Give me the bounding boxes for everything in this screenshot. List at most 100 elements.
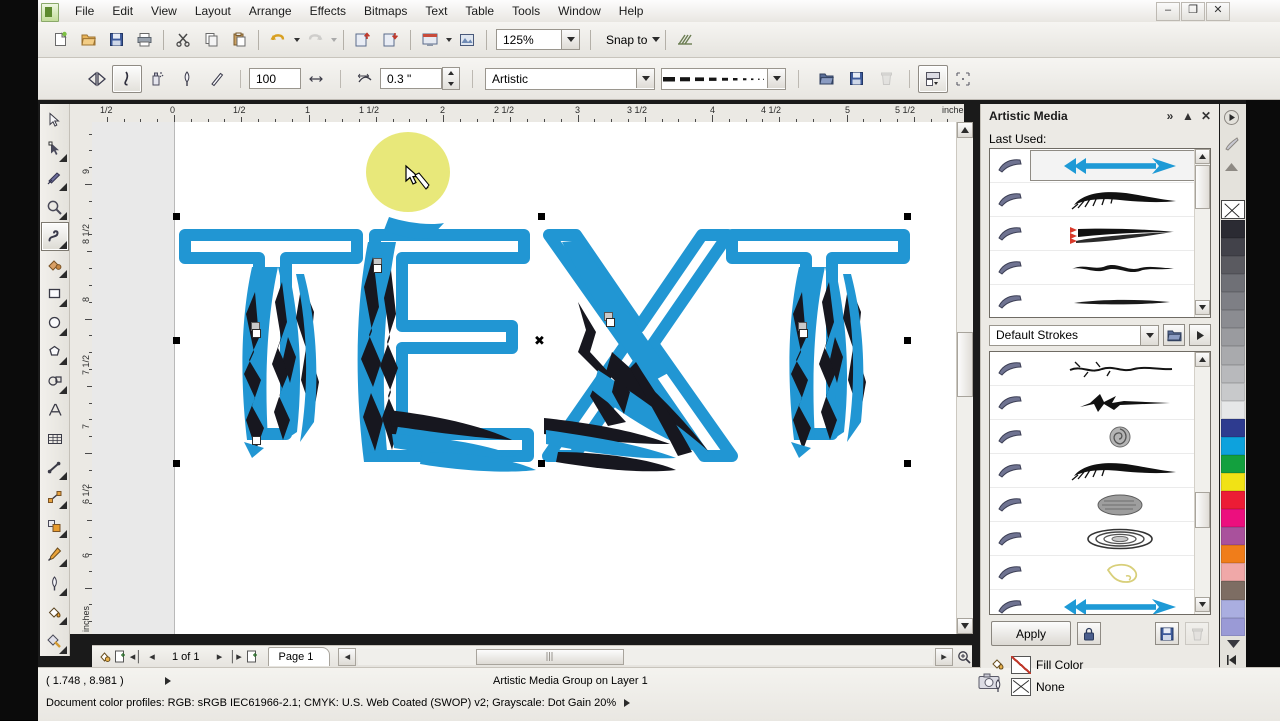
flyout-arrow-icon[interactable] (59, 617, 67, 625)
apply-button[interactable]: Apply (991, 621, 1071, 646)
undo-history-caret[interactable] (292, 29, 301, 51)
stroke-list-item[interactable] (990, 352, 1210, 386)
canvas-horizontal-scrollbar[interactable] (358, 649, 933, 665)
stroke-list-item[interactable] (990, 251, 1210, 285)
freehand-smoothing-input[interactable]: 100 (249, 68, 301, 89)
table-tool[interactable] (41, 424, 69, 453)
selection-handle[interactable] (173, 213, 180, 220)
copy-icon[interactable] (197, 26, 225, 54)
undo-arrow-icon[interactable] (264, 26, 292, 54)
selection-handle[interactable] (904, 460, 911, 467)
stroke-list-item[interactable] (990, 183, 1210, 217)
minimize-button[interactable]: – (1156, 2, 1180, 21)
printer-icon[interactable] (130, 26, 158, 54)
flyout-arrow-icon[interactable] (59, 270, 67, 278)
last-used-stroke-list[interactable] (989, 148, 1211, 318)
menu-item-help[interactable]: Help (610, 1, 653, 21)
restore-button[interactable]: ❐ (1181, 2, 1205, 21)
stroke-list-item[interactable] (990, 454, 1210, 488)
stroke-width-input[interactable]: 0.3 " (380, 68, 442, 89)
stroke-category-combo[interactable]: Default Strokes (989, 325, 1159, 346)
status-expand-arrow-icon[interactable] (165, 677, 171, 685)
padlock-icon[interactable] (1077, 622, 1101, 645)
crop-tool[interactable] (41, 164, 69, 193)
add-page-before-button[interactable] (112, 649, 128, 665)
browse-strokes-button[interactable] (1163, 324, 1185, 346)
import-icon[interactable] (349, 26, 377, 54)
stroke-node-handle[interactable] (252, 329, 261, 338)
browse-strokes-button[interactable] (811, 65, 841, 93)
menu-item-text[interactable]: Text (416, 1, 456, 21)
app-launcher-icon[interactable] (416, 26, 444, 54)
blend-tool[interactable] (41, 511, 69, 540)
ruler-origin-corner[interactable] (70, 104, 92, 122)
palette-swatch[interactable] (1221, 419, 1245, 437)
palette-swatch[interactable] (1221, 220, 1245, 238)
flyout-arrow-icon[interactable] (1189, 324, 1211, 346)
zoom-level-combo[interactable]: 125% (496, 29, 580, 50)
close-x-icon[interactable]: ✕ (1197, 107, 1215, 125)
vertical-ruler[interactable]: 9 8 1/2 8 7 1/2 7 6 1/2 6 inches (70, 122, 93, 634)
basic-shapes-tool[interactable] (41, 367, 69, 396)
stroke-list-item[interactable] (990, 488, 1210, 522)
flyout-arrow-icon[interactable] (59, 472, 67, 480)
palette-swatch[interactable] (1221, 328, 1245, 346)
fill-tool[interactable] (41, 598, 69, 627)
flyout-arrow-icon[interactable] (59, 588, 67, 596)
flyout-arrow-icon[interactable] (59, 386, 67, 394)
menu-item-tools[interactable]: Tools (503, 1, 549, 21)
canvas-vertical-scrollbar[interactable] (956, 122, 973, 634)
menu-item-edit[interactable]: Edit (103, 1, 142, 21)
no-outline-swatch[interactable] (1011, 678, 1031, 696)
palette-swatch[interactable] (1221, 545, 1245, 563)
list-scrollbar[interactable] (1194, 352, 1210, 614)
menu-item-window[interactable]: Window (549, 1, 610, 21)
calligraphic-pen-icon[interactable] (172, 65, 202, 93)
chevron-down-icon[interactable] (561, 30, 579, 49)
palette-swatch[interactable] (1221, 383, 1245, 401)
fill-color-row[interactable]: Fill Color (991, 654, 1209, 676)
rotate-object-button[interactable] (918, 65, 948, 93)
flyout-arrow-icon[interactable] (59, 299, 67, 307)
text-tool[interactable] (41, 396, 69, 425)
flyout-arrow-icon[interactable] (59, 559, 67, 567)
color-styles-icon[interactable] (96, 649, 112, 665)
brush-category-combo[interactable]: Artistic (485, 68, 655, 90)
palette-swatch[interactable] (1221, 600, 1245, 618)
smart-fill-tool[interactable] (41, 251, 69, 280)
selection-handle[interactable] (904, 337, 911, 344)
menu-item-effects[interactable]: Effects (301, 1, 355, 21)
stepper-up-icon[interactable] (443, 68, 459, 79)
stroke-list-item[interactable] (990, 420, 1210, 454)
stroke-node-handle[interactable] (606, 318, 615, 327)
close-button[interactable]: ✕ (1206, 2, 1230, 21)
palette-scroll-up-icon[interactable] (1220, 156, 1242, 178)
outline-color-row[interactable]: None (991, 676, 1209, 698)
palette-swatch[interactable] (1221, 401, 1245, 419)
palette-swatch[interactable] (1221, 581, 1245, 599)
selection-handle[interactable] (904, 213, 911, 220)
flyout-arrow-icon[interactable] (59, 154, 67, 162)
dimension-tool[interactable] (41, 453, 69, 482)
scrollbar-thumb[interactable] (1195, 492, 1210, 528)
flyout-arrow-icon[interactable] (59, 501, 67, 509)
scissors-icon[interactable] (169, 26, 197, 54)
stroke-list-item[interactable] (990, 556, 1210, 590)
palette-swatch[interactable] (1221, 310, 1245, 328)
app-launcher-caret[interactable] (444, 29, 453, 51)
list-scrollbar[interactable] (1194, 149, 1210, 317)
palette-swatch[interactable] (1221, 563, 1245, 581)
palette-expand-icon[interactable] (1222, 652, 1244, 668)
brush-stroke-combo[interactable] (661, 68, 786, 90)
default-strokes-list[interactable] (989, 351, 1211, 615)
scroll-up-button[interactable] (1195, 149, 1210, 164)
palette-swatch[interactable] (1221, 437, 1245, 455)
interactive-fill-tool[interactable] (41, 627, 69, 656)
menu-item-file[interactable]: File (66, 1, 103, 21)
stroke-list-item[interactable] (990, 590, 1210, 615)
stroke-list-item[interactable] (990, 217, 1210, 251)
chevron-double-right-icon[interactable]: » (1161, 107, 1179, 125)
pick-tool[interactable] (41, 106, 69, 135)
corel-connect-icon[interactable] (453, 26, 481, 54)
scroll-down-button[interactable] (1195, 300, 1210, 315)
